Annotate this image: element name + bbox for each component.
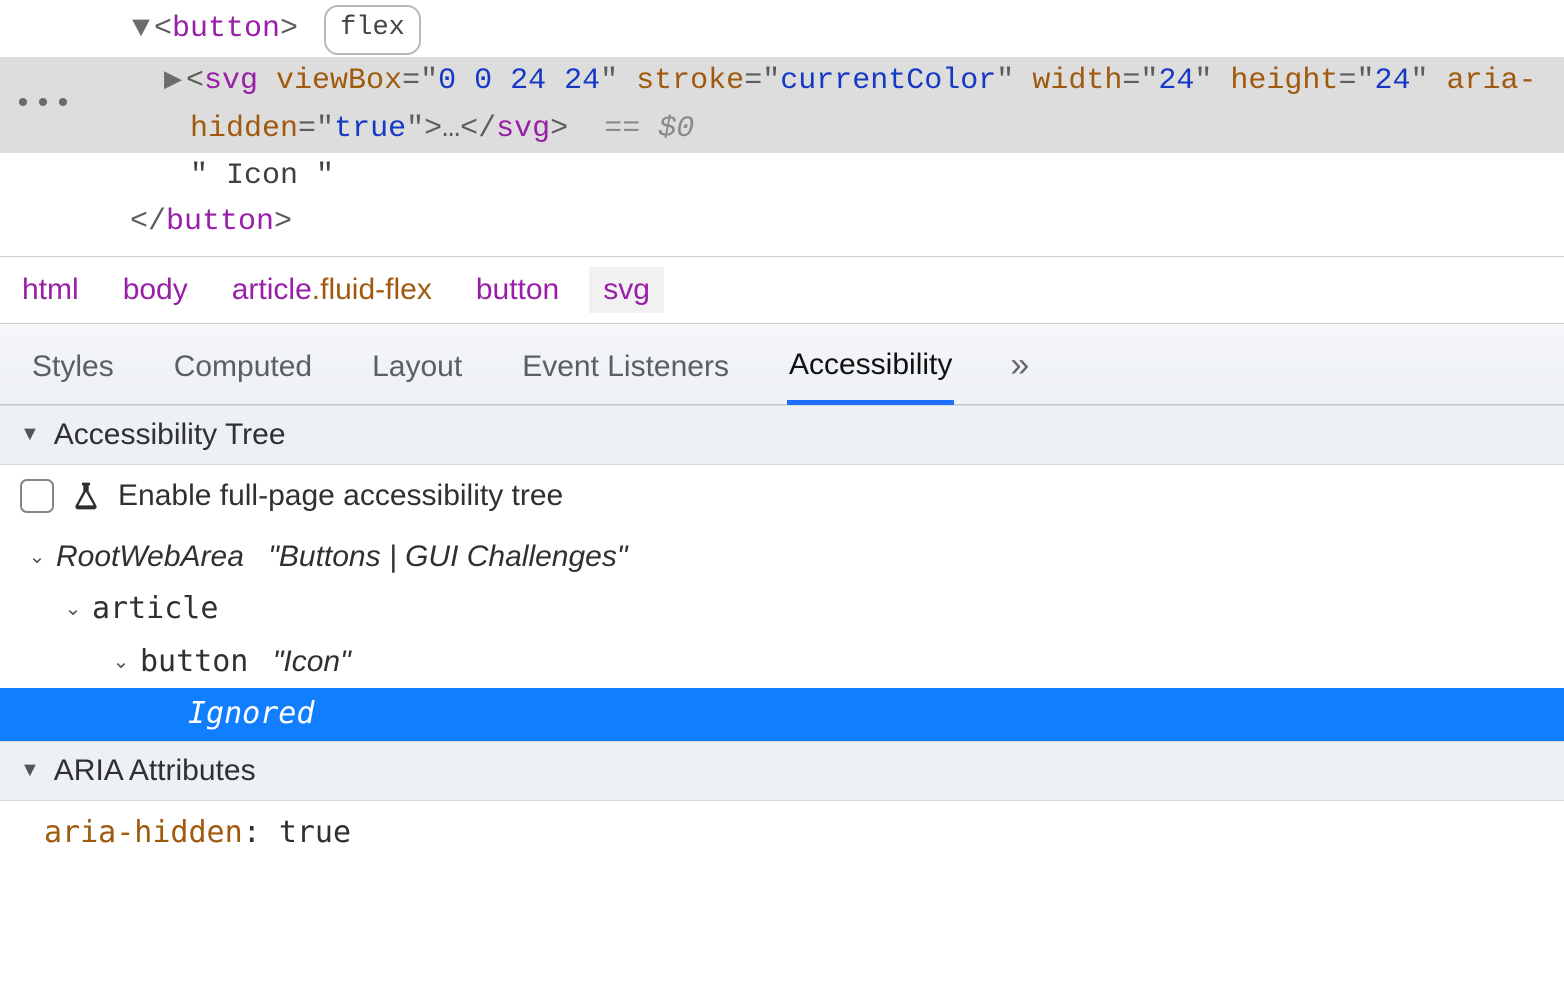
crumb-svg[interactable]: svg xyxy=(589,267,664,313)
elements-panel: ▼ <button> flex ••• ▶<svg viewBox="0 0 2… xyxy=(0,0,1564,257)
crumb-class: .fluid-flex xyxy=(312,273,432,306)
tag-name: button xyxy=(166,199,274,246)
tab-event-listeners[interactable]: Event Listeners xyxy=(520,344,731,402)
dom-line-textnode[interactable]: " Icon " xyxy=(0,153,1564,200)
tab-computed[interactable]: Computed xyxy=(172,344,314,402)
crumb-body[interactable]: body xyxy=(123,273,188,307)
attr-name: width xyxy=(1032,64,1122,98)
disclosure-expanded-icon[interactable]: ⌄ xyxy=(26,542,48,573)
disclosure-expanded-icon[interactable]: ⌄ xyxy=(62,594,84,625)
dom-line-content: <button> flex xyxy=(154,6,1564,57)
dom-line-svg[interactable]: ••• ▶<svg viewBox="0 0 24 24" stroke="cu… xyxy=(0,57,1564,153)
crumb-article[interactable]: article.fluid-flex xyxy=(232,273,432,307)
crumb-button[interactable]: button xyxy=(476,273,559,307)
section-title: Accessibility Tree xyxy=(54,418,286,452)
attr-value: 24 xyxy=(1158,64,1194,98)
aria-attr-value: true xyxy=(279,815,351,850)
text-node: " Icon " xyxy=(190,153,334,200)
disclosure-collapsed-icon[interactable]: ▶ xyxy=(162,57,184,105)
tag-name: svg xyxy=(204,64,258,98)
disclosure-expanded-icon: ▼ xyxy=(20,759,40,782)
ellipsis[interactable]: … xyxy=(442,112,460,146)
tab-layout[interactable]: Layout xyxy=(370,344,464,402)
dom-line-button-close[interactable]: </button> xyxy=(0,199,1564,256)
ax-node-button[interactable]: ⌄ button "Icon" xyxy=(0,636,1564,689)
ax-role: button xyxy=(140,639,248,686)
ax-node-root[interactable]: ⌄ RootWebArea "Buttons | GUI Challenges" xyxy=(0,531,1564,584)
attr-value: 24 xyxy=(1374,64,1410,98)
ax-role: RootWebArea xyxy=(56,534,244,581)
attr-name: viewBox xyxy=(276,64,402,98)
tab-accessibility[interactable]: Accessibility xyxy=(787,342,954,405)
disclosure-expanded-icon[interactable]: ▼ xyxy=(130,6,152,53)
aria-attribute-row: aria-hidden: true xyxy=(0,801,1564,870)
experiment-icon xyxy=(70,480,102,512)
crumb-tag: article xyxy=(232,273,312,306)
disclosure-expanded-icon: ▼ xyxy=(20,423,40,446)
more-actions-icon[interactable]: ••• xyxy=(14,82,74,129)
section-accessibility-tree[interactable]: ▼ Accessibility Tree xyxy=(0,405,1564,465)
section-aria-attributes[interactable]: ▼ ARIA Attributes xyxy=(0,741,1564,801)
ax-role: article xyxy=(92,586,218,633)
tab-styles[interactable]: Styles xyxy=(30,344,116,402)
attr-name: height xyxy=(1230,64,1338,98)
breadcrumb: html body article.fluid-flex button svg xyxy=(0,257,1564,324)
enable-full-page-ax-checkbox[interactable] xyxy=(20,479,54,513)
dom-line-button-open[interactable]: ▼ <button> flex xyxy=(0,6,1564,57)
enable-full-page-ax-label: Enable full-page accessibility tree xyxy=(118,479,563,513)
flex-badge[interactable]: flex xyxy=(324,5,421,55)
side-panel-tabs: Styles Computed Layout Event Listeners A… xyxy=(0,324,1564,405)
enable-full-page-ax-row: Enable full-page accessibility tree xyxy=(0,465,1564,527)
aria-attr-key: aria-hidden xyxy=(44,815,243,850)
attr-name: stroke xyxy=(636,64,744,98)
ax-ignored-label: Ignored xyxy=(188,691,314,738)
crumb-html[interactable]: html xyxy=(22,273,79,307)
section-title: ARIA Attributes xyxy=(54,754,256,788)
ax-name: "Buttons | GUI Challenges" xyxy=(268,534,627,581)
tag-name: svg xyxy=(496,112,550,146)
ax-node-ignored[interactable]: Ignored xyxy=(0,688,1564,741)
attr-value: currentColor xyxy=(780,64,996,98)
accessibility-tree: ⌄ RootWebArea "Buttons | GUI Challenges"… xyxy=(0,527,1564,741)
tag-name: button xyxy=(172,12,280,46)
ax-node-article[interactable]: ⌄ article xyxy=(0,583,1564,636)
tabs-overflow-icon[interactable]: » xyxy=(1010,346,1025,399)
attr-value: true xyxy=(334,112,406,146)
disclosure-expanded-icon[interactable]: ⌄ xyxy=(110,647,132,678)
selected-node-ref: == $0 xyxy=(604,112,694,146)
attr-value: 0 0 24 24 xyxy=(438,64,600,98)
ax-name: "Icon" xyxy=(273,639,351,686)
